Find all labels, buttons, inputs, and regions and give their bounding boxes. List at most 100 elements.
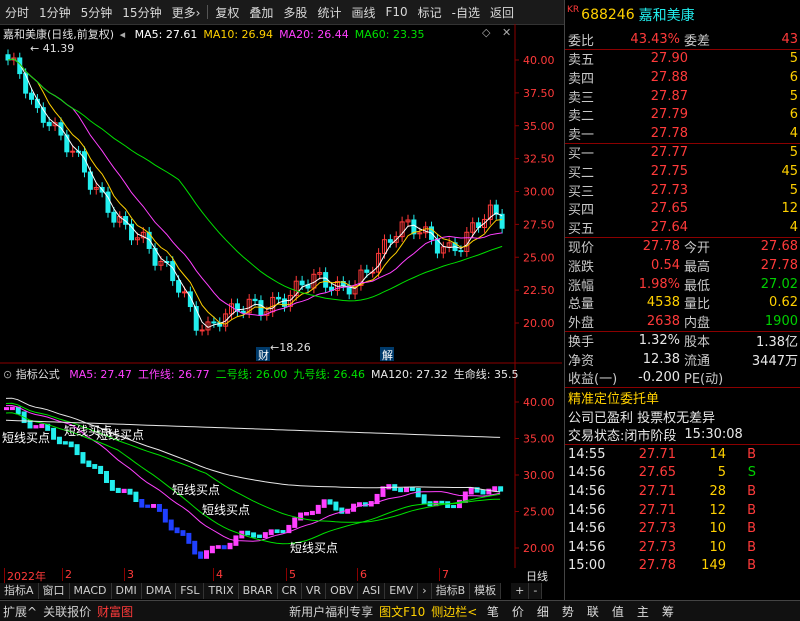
indicator-tab[interactable]: 指标B xyxy=(431,583,471,599)
indicator-tab[interactable]: MACD xyxy=(69,583,112,599)
indicator-legend: 二号线: 26.00 xyxy=(215,368,288,381)
tick-row: 14:56 27.65 5 S xyxy=(565,464,800,483)
indicator-bar xyxy=(498,486,504,492)
zoom-in-button[interactable]: + xyxy=(511,583,530,599)
buy-signal-label: 短线买点 xyxy=(2,431,50,445)
main-collapse-icon[interactable]: ◂ xyxy=(120,28,126,41)
bottom-link[interactable]: 扩展^ xyxy=(0,603,40,620)
tick-time: 14:55 xyxy=(568,446,606,462)
tick-volume: 5 xyxy=(717,465,726,481)
bottom-bar: 扩展^ 关联报价 财富图 新用户福利专享 图文F10 侧边栏< 笔价细势联值主筹 xyxy=(0,600,800,621)
tick-volume: 14 xyxy=(709,446,726,462)
tick-price: 27.73 xyxy=(638,539,676,555)
toolbar-item[interactable]: -自选 xyxy=(447,4,485,21)
indicator-bar xyxy=(404,486,409,493)
candle-body xyxy=(23,73,29,94)
toolbar-item[interactable]: 标记 xyxy=(413,4,447,21)
order-locator-link[interactable]: 精准定位委托单 xyxy=(568,388,659,407)
tick-row: 14:56 27.71 12 B xyxy=(565,501,800,520)
panel-icon-button[interactable]: 价 xyxy=(505,603,530,620)
indicator-bar xyxy=(268,529,274,536)
toolbar-item[interactable]: 5分钟 xyxy=(76,4,118,21)
indicator-tab[interactable]: › xyxy=(418,583,432,599)
asks-price: 27.88 xyxy=(650,69,688,85)
bids-row: 买三 27.73 5 xyxy=(565,181,800,200)
panel-icon-button[interactable]: 笔 xyxy=(480,603,505,620)
indicator-collapse-icon[interactable]: ⊙ xyxy=(3,368,12,381)
y-tick-label: 40.00 xyxy=(523,396,555,409)
panel-icon-button[interactable]: 势 xyxy=(555,603,580,620)
toolbar-item[interactable]: 多股 xyxy=(278,4,312,21)
toolbar-item[interactable]: 1分钟 xyxy=(34,4,76,21)
candle-body xyxy=(58,122,64,136)
indicator-bar xyxy=(398,487,404,493)
panel-icon-button[interactable]: 筹 xyxy=(655,603,680,620)
main-chart-title: 嘉和美康(日线,前复权) xyxy=(3,28,115,41)
y-tick-label: 37.50 xyxy=(523,87,555,100)
toolbar-item[interactable]: 15分钟 xyxy=(117,4,166,21)
buy-signal-label: 短线买点 xyxy=(96,428,144,442)
main-kline-chart[interactable]: 40.00 37.50 35.00 32.50 30.00 27.50 25.00 22.50… xyxy=(0,24,562,364)
candle-body xyxy=(5,54,11,61)
toolbar-item[interactable]: 统计 xyxy=(312,4,346,21)
candle-body xyxy=(299,280,305,286)
indicator-tab[interactable]: 窗口 xyxy=(38,583,70,599)
panel-icon-button[interactable]: 主 xyxy=(630,603,655,620)
indicator-tab[interactable]: TRIX xyxy=(204,583,239,599)
sidebar-toggle[interactable]: 侧边栏< xyxy=(428,603,480,620)
toolbar-item[interactable]: 叠加 xyxy=(244,4,278,21)
buy-signal-label: 短线买点 xyxy=(290,541,338,555)
f10-link[interactable]: 图文F10 xyxy=(376,603,428,620)
candle-body xyxy=(46,121,52,127)
y-tick-label: 40.00 xyxy=(523,54,555,67)
panel-icon-button[interactable]: 值 xyxy=(605,603,630,620)
diamond-icon[interactable]: ◇ xyxy=(482,26,490,39)
ma-line xyxy=(7,58,503,317)
zoom-out-button[interactable]: - xyxy=(529,583,543,599)
tick-side: B xyxy=(747,446,756,462)
indicator-tab[interactable]: CR xyxy=(277,583,302,599)
toolbar-item[interactable]: 复权 xyxy=(210,4,244,21)
indicator-bar xyxy=(245,530,251,536)
indicator-title[interactable]: 指标公式 xyxy=(16,368,60,381)
indicator-tab[interactable]: OBV xyxy=(326,583,359,599)
ask-book: 卖五 27.90 5 卖四 27.88 6 卖三 27.87 5 卖二 27.79 6 卖一 27.78 4 xyxy=(565,50,800,142)
indicator-tab[interactable]: EMV xyxy=(385,583,419,599)
bottom-link[interactable]: 财富图 xyxy=(94,603,136,620)
toolbar-item[interactable]: 画线 xyxy=(346,4,380,21)
close-icon[interactable]: ✕ xyxy=(502,26,511,39)
panel-icon-button[interactable]: 细 xyxy=(530,603,555,620)
indicator-bar xyxy=(4,407,9,411)
toolbar-item[interactable]: 返回 xyxy=(485,4,519,21)
indicator-bar xyxy=(9,406,15,411)
indicator-tab[interactable]: ASI xyxy=(358,583,386,599)
tick-price: 27.71 xyxy=(638,484,676,500)
stat-value: 27.68 xyxy=(760,239,798,255)
kline-svg: 40.00 37.50 35.00 32.50 30.00 27.50 25.00 22.50… xyxy=(0,24,562,364)
bids-volume: 4 xyxy=(789,219,798,235)
tick-side: B xyxy=(747,521,756,537)
tick-price: 27.73 xyxy=(638,521,676,537)
promo-link[interactable]: 新用户福利专享 xyxy=(286,603,376,620)
indicator-tab[interactable]: 模板 xyxy=(470,583,502,599)
indicator-tab[interactable]: DMI xyxy=(111,583,142,599)
x-tick-label: 6 xyxy=(357,568,367,581)
indicator-bar xyxy=(98,465,104,474)
panel-icon-button[interactable]: 联 xyxy=(580,603,605,620)
chart-settings[interactable]: ◇ ✕ xyxy=(482,26,511,39)
indicator-tab[interactable]: BRAR xyxy=(238,583,278,599)
indicator-tab[interactable]: FSL xyxy=(176,583,205,599)
indicator-tab[interactable]: VR xyxy=(301,583,327,599)
toolbar-item[interactable]: F10 xyxy=(380,5,412,19)
stat-value: 0.54 xyxy=(651,257,680,273)
toolbar-item[interactable]: 分时 xyxy=(0,4,34,21)
indicator-bar xyxy=(221,545,227,550)
indicator-tab[interactable]: DMA xyxy=(141,583,177,599)
toolbar-item[interactable]: 更多› xyxy=(167,4,206,21)
period-label[interactable]: 日线 xyxy=(526,568,548,584)
indicator-tab[interactable]: 指标A xyxy=(0,583,39,599)
bottom-link[interactable]: 关联报价 xyxy=(40,603,94,620)
indicator-chart[interactable]: 40.00 35.00 30.00 25.00 20.00 短线买点 短线买点 短线买点 短线买… xyxy=(0,364,562,568)
tick-price: 27.78 xyxy=(638,558,676,574)
indicator-bar xyxy=(127,488,133,495)
